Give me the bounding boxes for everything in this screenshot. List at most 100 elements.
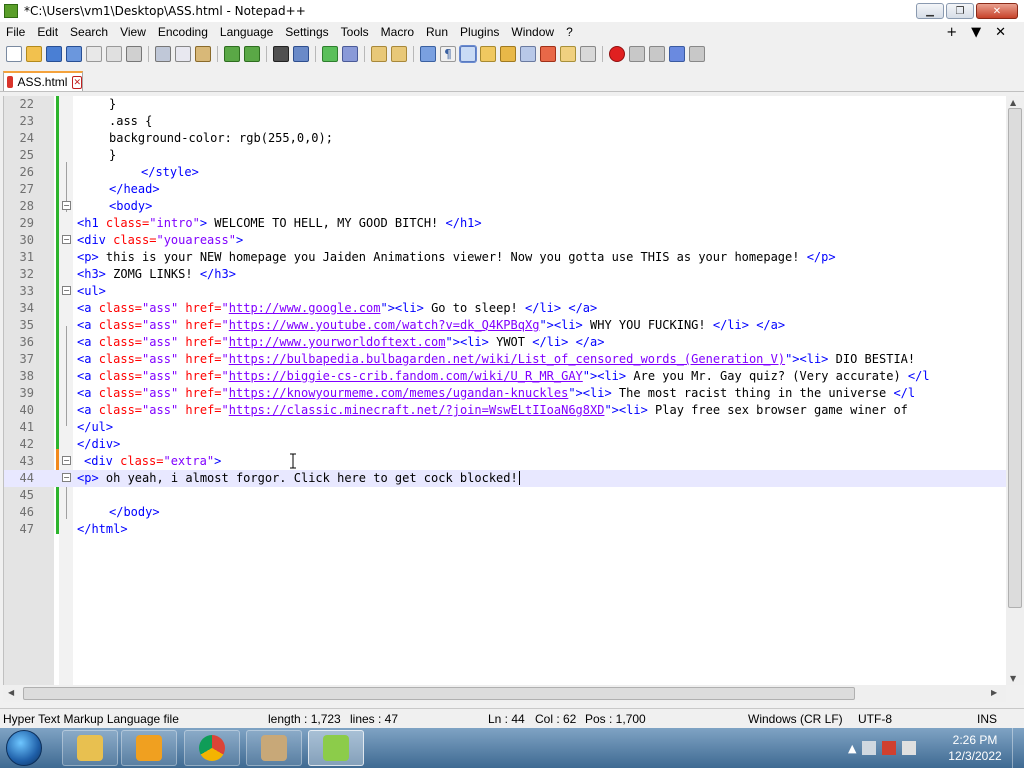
menu-search[interactable]: Search <box>64 25 114 39</box>
show-all-characters-icon[interactable]: ¶ <box>440 46 456 62</box>
find-icon[interactable] <box>273 46 289 62</box>
status-insert-mode[interactable]: INS <box>977 712 997 726</box>
tab-list-dropdown-icon[interactable]: ▼ <box>971 25 981 40</box>
task-media-player[interactable] <box>121 730 177 766</box>
function-list-icon[interactable] <box>540 46 556 62</box>
code-editor[interactable]: 22 } 23 .ass { 24 background-color: rgb(… <box>3 96 1007 685</box>
vertical-scrollbar[interactable]: ▲ ▼ <box>1006 96 1024 685</box>
hyperlink[interactable]: https://www.youtube.com/watch?v=dk_Q4KPB… <box>229 318 540 332</box>
tray-expand-icon[interactable]: ▲ <box>848 742 856 755</box>
save-all-icon[interactable] <box>66 46 82 62</box>
copy-icon[interactable] <box>175 46 191 62</box>
menu-view[interactable]: View <box>114 25 152 39</box>
menu-edit[interactable]: Edit <box>31 25 64 39</box>
vertical-scroll-thumb[interactable] <box>1008 108 1022 608</box>
action-center-icon[interactable] <box>882 741 897 755</box>
task-notepad-plus-plus[interactable] <box>308 730 364 766</box>
user-defined-language-icon[interactable] <box>480 46 496 62</box>
scroll-right-icon[interactable]: ▶ <box>991 688 997 697</box>
hyperlink[interactable]: https://biggie-cs-crib.fandom.com/wiki/U… <box>229 369 583 383</box>
print-icon[interactable] <box>126 46 142 62</box>
code-line: 30 − <div class="youareass"> <box>19 233 244 247</box>
close-button[interactable]: ✕ <box>976 3 1018 19</box>
hyperlink[interactable]: http://www.google.com <box>229 301 381 315</box>
new-tab-plus-icon[interactable]: + <box>946 25 957 40</box>
horizontal-scroll-thumb[interactable] <box>23 687 855 700</box>
fold-toggle-icon[interactable]: − <box>62 456 71 465</box>
fold-toggle-icon[interactable]: − <box>62 201 71 210</box>
code-line: 32 <h3> ZOMG LINKS! </h3> <box>19 267 236 281</box>
sync-vertical-icon[interactable] <box>371 46 387 62</box>
folder-as-workspace-icon[interactable] <box>560 46 576 62</box>
monitoring-icon[interactable] <box>580 46 596 62</box>
current-line: 44 − <p> oh yeah, i almost forgor. Click… <box>4 470 1007 487</box>
indent-guide-icon[interactable] <box>459 45 477 63</box>
hyperlink[interactable]: http://www.yourworldoftext.com <box>229 335 446 349</box>
unsaved-file-icon <box>7 76 14 88</box>
menu-run[interactable]: Run <box>420 25 454 39</box>
code-line: 27 </head> <box>19 182 160 196</box>
scroll-left-icon[interactable]: ◀ <box>8 688 14 697</box>
maximize-button[interactable]: ❐ <box>946 3 974 19</box>
horizontal-scrollbar[interactable]: ◀ ▶ <box>3 685 1006 702</box>
volume-icon[interactable] <box>902 741 917 755</box>
run-macro-multiple-icon[interactable] <box>669 46 685 62</box>
word-wrap-icon[interactable] <box>420 46 436 62</box>
status-length: length : 1,723 <box>268 712 341 726</box>
menu-window[interactable]: Window <box>505 25 560 39</box>
close-document-icon[interactable]: ✕ <box>995 25 1006 40</box>
playback-icon[interactable] <box>649 46 665 62</box>
task-paint[interactable] <box>246 730 302 766</box>
undo-icon[interactable] <box>224 46 240 62</box>
menu-settings[interactable]: Settings <box>279 25 334 39</box>
redo-icon[interactable] <box>244 46 260 62</box>
scroll-down-icon[interactable]: ▼ <box>1010 674 1016 683</box>
menu-language[interactable]: Language <box>214 25 279 39</box>
close-file-icon[interactable] <box>86 46 102 62</box>
fold-toggle-icon[interactable]: − <box>62 473 71 482</box>
task-explorer[interactable] <box>62 730 118 766</box>
close-all-icon[interactable] <box>106 46 122 62</box>
document-map-icon[interactable] <box>500 46 516 62</box>
code-line: 25 } <box>19 148 117 162</box>
zoom-out-icon[interactable] <box>342 46 358 62</box>
task-chrome[interactable] <box>184 730 240 766</box>
menu-plugins[interactable]: Plugins <box>454 25 505 39</box>
sync-horizontal-icon[interactable] <box>391 46 407 62</box>
menu-encoding[interactable]: Encoding <box>152 25 214 39</box>
replace-icon[interactable] <box>293 46 309 62</box>
save-icon[interactable] <box>46 46 62 62</box>
new-file-icon[interactable] <box>6 46 22 62</box>
code-line: 37 <a class="ass" href="https://bulbaped… <box>19 352 916 366</box>
hyperlink[interactable]: https://classic.minecraft.net/?join=WswE… <box>229 403 605 417</box>
zoom-in-icon[interactable] <box>322 46 338 62</box>
fold-toggle-icon[interactable]: − <box>62 235 71 244</box>
clock[interactable]: 2:26 PM 12/3/2022 <box>942 732 1008 764</box>
save-macro-icon[interactable] <box>689 46 705 62</box>
menu-file[interactable]: File <box>0 25 31 39</box>
show-desktop-button[interactable] <box>1012 728 1024 768</box>
open-file-icon[interactable] <box>26 46 42 62</box>
menu-macro[interactable]: Macro <box>375 25 420 39</box>
hyperlink[interactable]: https://bulbapedia.bulbagarden.net/wiki/… <box>229 352 785 366</box>
fold-toggle-icon[interactable]: − <box>62 286 71 295</box>
tab-ass-html[interactable]: ASS.html ✕ <box>3 71 83 91</box>
record-macro-icon[interactable] <box>609 46 625 62</box>
hyperlink[interactable]: https://knowyourmeme.com/memes/ugandan-k… <box>229 386 569 400</box>
stop-recording-icon[interactable] <box>629 46 645 62</box>
code-line: 31 <p> this is your NEW homepage you Jai… <box>19 250 836 264</box>
network-icon[interactable] <box>862 741 877 755</box>
document-list-icon[interactable] <box>520 46 536 62</box>
scroll-up-icon[interactable]: ▲ <box>1010 98 1016 107</box>
text-cursor-icon <box>290 453 296 469</box>
status-encoding[interactable]: UTF-8 <box>858 712 892 726</box>
start-button[interactable] <box>6 730 42 766</box>
cut-icon[interactable] <box>155 46 171 62</box>
status-eol[interactable]: Windows (CR LF) <box>748 712 843 726</box>
tab-close-icon[interactable]: ✕ <box>72 75 82 89</box>
paste-icon[interactable] <box>195 46 211 62</box>
menu-tools[interactable]: Tools <box>335 25 375 39</box>
taskbar: ▲ 2:26 PM 12/3/2022 <box>0 728 1024 768</box>
minimize-button[interactable]: ▁ <box>916 3 944 19</box>
menu-help[interactable]: ? <box>560 25 579 39</box>
